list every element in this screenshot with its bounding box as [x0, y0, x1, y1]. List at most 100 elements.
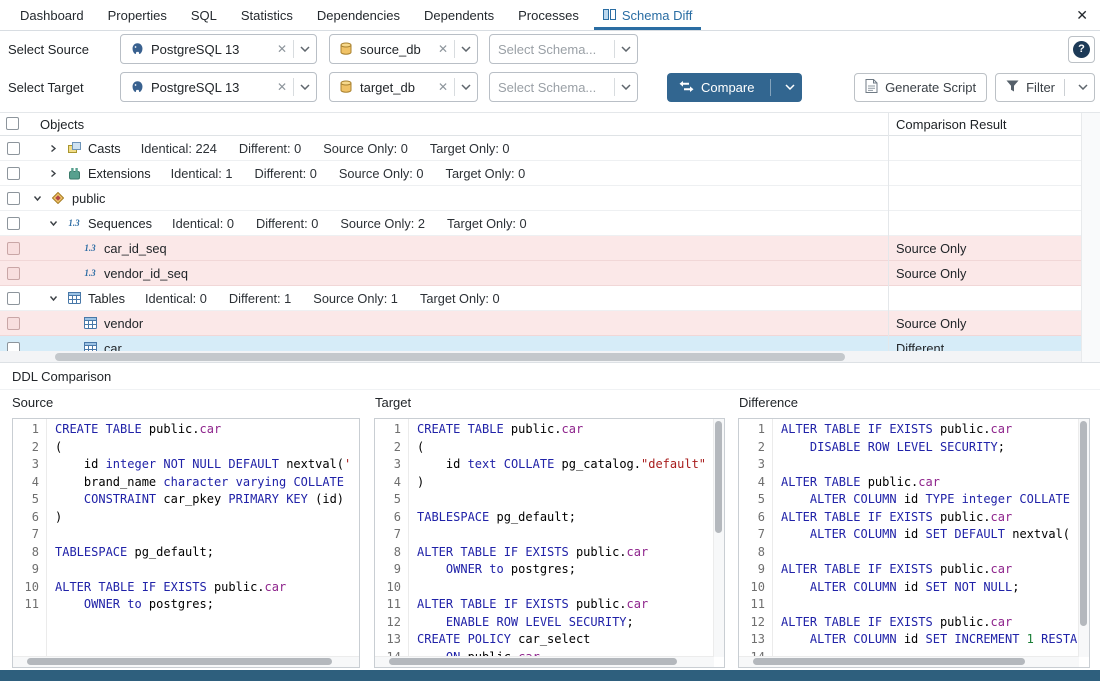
scrollbar-thumb[interactable] [389, 658, 677, 665]
source-selector-row: Select Source PostgreSQL 13 ✕ source_db … [0, 30, 1100, 68]
source-schema-select[interactable]: Select Schema... [489, 34, 638, 64]
tab-schema-diff[interactable]: Schema Diff [591, 0, 705, 30]
chevron-down-icon[interactable] [455, 46, 477, 52]
schema-placeholder: Select Schema... [498, 42, 614, 57]
target-schema-select[interactable]: Select Schema... [489, 72, 638, 102]
stat-different: Different: 0 [255, 166, 317, 181]
chevron-down-icon[interactable] [778, 84, 802, 90]
source-server-select[interactable]: PostgreSQL 13 ✕ [120, 34, 317, 64]
database-icon [338, 80, 354, 94]
tab-statistics[interactable]: Statistics [229, 0, 305, 30]
grid-row-Casts[interactable]: CastsIdentical: 224Different: 0Source On… [0, 136, 1081, 161]
objects-column-header: Objects [40, 117, 84, 132]
collapse-toggle-icon[interactable] [30, 194, 44, 203]
selected-server-value: PostgreSQL 13 [151, 80, 271, 95]
scrollbar-thumb[interactable] [1080, 421, 1087, 626]
source-ddl-editor[interactable]: 1234567891011 CREATE TABLE public.car( i… [12, 418, 360, 668]
grid-row-vendor_id_seq[interactable]: 1.3vendor_id_seqSource Only [0, 261, 1081, 286]
comparison-result-value [888, 136, 1081, 160]
difference-ddl-editor[interactable]: 1234567891011121314 ALTER TABLE IF EXIST… [738, 418, 1090, 668]
source-panel-title: Source [12, 395, 53, 410]
tab-sql[interactable]: SQL [179, 0, 229, 30]
tab-dependents[interactable]: Dependents [412, 0, 506, 30]
object-label: Extensions [88, 166, 151, 181]
clear-icon[interactable]: ✕ [271, 42, 293, 56]
horizontal-scrollbar[interactable] [375, 656, 714, 667]
button-divider [1064, 79, 1065, 96]
scrollbar-thumb[interactable] [715, 421, 722, 533]
tab-processes[interactable]: Processes [506, 0, 591, 30]
comparison-result-value: Source Only [888, 311, 1081, 335]
row-checkbox[interactable] [7, 167, 20, 180]
scrollbar-thumb[interactable] [27, 658, 332, 665]
clear-icon[interactable]: ✕ [271, 80, 293, 94]
row-checkbox[interactable] [7, 242, 20, 255]
row-checkbox[interactable] [7, 192, 20, 205]
horizontal-scrollbar[interactable] [13, 656, 359, 667]
grid-row-Sequences[interactable]: 1.3SequencesIdentical: 0Different: 0Sour… [0, 211, 1081, 236]
grid-row-Extensions[interactable]: ExtensionsIdentical: 1Different: 0Source… [0, 161, 1081, 186]
stat-target_only: Target Only: 0 [430, 141, 510, 156]
script-file-icon [865, 79, 878, 96]
sequence-icon: 1.3 [82, 243, 98, 253]
grid-row-vendor[interactable]: vendorSource Only [0, 311, 1081, 336]
target-selector-row: Select Target PostgreSQL 13 ✕ target_db … [0, 68, 1100, 106]
stat-different: Different: 0 [239, 141, 301, 156]
object-label: Casts [88, 141, 121, 156]
scrollbar-thumb[interactable] [753, 658, 1025, 665]
target-database-select[interactable]: target_db ✕ [329, 72, 478, 102]
grid-row-public[interactable]: public [0, 186, 1081, 211]
grid-vertical-scrollbar[interactable] [1081, 113, 1100, 363]
line-numbers: 1234567891011121314 [739, 419, 773, 667]
expand-toggle-icon[interactable] [46, 144, 60, 153]
compare-arrows-icon [679, 80, 694, 95]
object-label: Tables [88, 291, 125, 306]
horizontal-scrollbar[interactable] [739, 656, 1079, 667]
chevron-down-icon[interactable] [294, 84, 316, 90]
row-checkbox[interactable] [7, 267, 20, 280]
generate-script-button[interactable]: Generate Script [854, 73, 987, 102]
table-icon [66, 292, 82, 304]
vertical-scrollbar[interactable] [1078, 419, 1089, 657]
postgresql-server-icon [129, 42, 145, 57]
schema-diff-panel: Dashboard Properties SQL Statistics Depe… [0, 0, 1100, 681]
compare-button[interactable]: Compare [667, 73, 802, 102]
help-button[interactable]: ? [1068, 36, 1095, 63]
stat-different: Different: 1 [229, 291, 291, 306]
target-ddl-editor[interactable]: 1234567891011121314 CREATE TABLE public.… [374, 418, 725, 668]
filter-button[interactable]: Filter [995, 73, 1095, 102]
chevron-down-icon[interactable] [1072, 84, 1094, 90]
line-numbers: 1234567891011 [13, 419, 47, 667]
source-database-select[interactable]: source_db ✕ [329, 34, 478, 64]
tab-properties[interactable]: Properties [96, 0, 179, 30]
chevron-down-icon[interactable] [615, 46, 637, 52]
schema-placeholder: Select Schema... [498, 80, 614, 95]
tab-dashboard[interactable]: Dashboard [8, 0, 96, 30]
tab-bar: Dashboard Properties SQL Statistics Depe… [0, 0, 1100, 31]
tab-dependencies[interactable]: Dependencies [305, 0, 412, 30]
stat-source_only: Source Only: 1 [313, 291, 398, 306]
tab-label: Schema Diff [622, 8, 693, 23]
grid-row-car_id_seq[interactable]: 1.3car_id_seqSource Only [0, 236, 1081, 261]
ddl-panel-headers: Source Target Difference [0, 390, 1100, 416]
row-checkbox[interactable] [7, 217, 20, 230]
grid-row-Tables[interactable]: TablesIdentical: 0Different: 1Source Onl… [0, 286, 1081, 311]
select-all-checkbox[interactable] [6, 117, 19, 130]
scrollbar-thumb[interactable] [55, 353, 845, 361]
clear-icon[interactable]: ✕ [432, 80, 454, 94]
expand-toggle-icon[interactable] [46, 169, 60, 178]
close-icon[interactable]: ✕ [1076, 7, 1088, 24]
help-icon: ? [1073, 41, 1090, 58]
row-checkbox[interactable] [7, 142, 20, 155]
clear-icon[interactable]: ✕ [432, 42, 454, 56]
chevron-down-icon[interactable] [455, 84, 477, 90]
chevron-down-icon[interactable] [615, 84, 637, 90]
collapse-toggle-icon[interactable] [46, 219, 60, 228]
collapse-toggle-icon[interactable] [46, 294, 60, 303]
extension-icon [66, 167, 82, 180]
chevron-down-icon[interactable] [294, 46, 316, 52]
target-server-select[interactable]: PostgreSQL 13 ✕ [120, 72, 317, 102]
row-checkbox[interactable] [7, 292, 20, 305]
vertical-scrollbar[interactable] [713, 419, 724, 657]
row-checkbox[interactable] [7, 317, 20, 330]
